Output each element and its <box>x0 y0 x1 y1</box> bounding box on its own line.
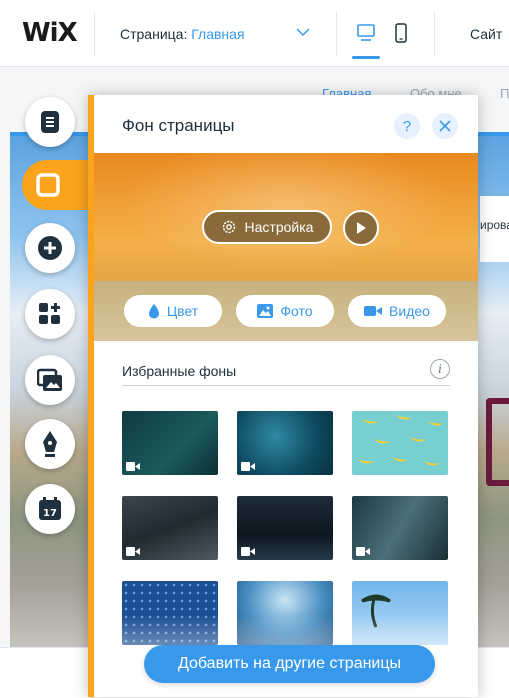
site-nav-item[interactable]: П <box>500 86 509 101</box>
divider <box>336 12 337 56</box>
chevron-down-icon[interactable] <box>296 25 310 39</box>
favorites-title: Избранные фоны <box>122 363 237 379</box>
background-thumbnail[interactable] <box>352 411 448 475</box>
video-camera-icon <box>364 306 383 316</box>
apps-icon <box>39 303 60 324</box>
video-badge-icon <box>356 547 370 556</box>
panel-title: Фон страницы <box>122 116 235 135</box>
apps-button[interactable] <box>25 289 75 339</box>
banana-pattern <box>358 415 444 466</box>
color-button[interactable]: Цвет <box>124 295 222 327</box>
background-type-row: Цвет Фото Видео <box>94 281 478 341</box>
site-menu[interactable]: Сайт <box>470 26 502 42</box>
add-button[interactable] <box>25 223 75 273</box>
site-text-box[interactable]: ировани <box>480 196 509 262</box>
page-background-panel: Фон страницы ? Настройка Цвет Фото Видео… <box>88 95 478 697</box>
background-button[interactable] <box>22 160 96 210</box>
add-icon <box>38 236 62 260</box>
divider <box>434 12 435 56</box>
video-badge-icon <box>126 462 140 471</box>
desktop-icon[interactable] <box>356 22 376 44</box>
gear-icon <box>222 220 235 234</box>
background-icon <box>36 173 60 197</box>
background-thumbnail[interactable] <box>237 411 333 475</box>
play-button[interactable] <box>343 210 379 246</box>
close-icon <box>439 120 451 132</box>
photo-button[interactable]: Фото <box>236 295 334 327</box>
page-selector-label: Страница: <box>120 26 188 42</box>
page-selector-value: Главная <box>191 26 245 42</box>
blog-button[interactable] <box>25 419 75 469</box>
editor-top-bar: WiX Страница: Главная Сайт <box>0 0 509 67</box>
site-heading-letter <box>486 398 509 486</box>
help-icon: ? <box>402 117 412 135</box>
pages-icon <box>41 111 59 133</box>
calendar-date: 17 <box>43 508 57 519</box>
site-text: ировани <box>480 218 509 232</box>
background-thumbnail[interactable] <box>352 496 448 560</box>
background-thumbnail[interactable] <box>237 496 333 560</box>
pages-button[interactable] <box>25 97 75 147</box>
section-divider <box>122 385 450 386</box>
close-button[interactable] <box>432 113 458 139</box>
image-icon <box>257 304 274 318</box>
video-badge-icon <box>126 547 140 556</box>
customize-button[interactable]: Настройка <box>202 210 332 244</box>
mobile-icon[interactable] <box>394 22 408 44</box>
media-icon <box>37 368 62 391</box>
background-thumbnail[interactable] <box>122 496 218 560</box>
help-button[interactable]: ? <box>394 113 420 139</box>
divider <box>94 12 95 56</box>
photo-label: Фото <box>280 303 313 319</box>
video-badge-icon <box>241 462 255 471</box>
info-icon[interactable]: i <box>430 359 450 379</box>
media-button[interactable] <box>25 355 75 405</box>
page-selector[interactable]: Страница: Главная <box>120 26 245 42</box>
wix-logo[interactable]: WiX <box>22 18 78 48</box>
apply-to-other-pages-button[interactable]: Добавить на другие страницы <box>144 645 435 683</box>
bookings-calendar-icon: 17 <box>39 497 61 520</box>
video-button[interactable]: Видео <box>348 295 446 327</box>
blog-pen-icon <box>43 431 57 457</box>
play-icon <box>357 222 366 234</box>
video-label: Видео <box>389 303 430 319</box>
current-background-preview: Настройка <box>94 153 478 281</box>
drop-icon <box>148 304 159 319</box>
bookings-button[interactable]: 17 <box>25 484 75 534</box>
active-device-indicator <box>352 56 380 59</box>
video-badge-icon <box>241 547 255 556</box>
color-label: Цвет <box>166 303 199 319</box>
background-thumbnail[interactable] <box>122 411 218 475</box>
customize-label: Настройка <box>244 219 314 235</box>
